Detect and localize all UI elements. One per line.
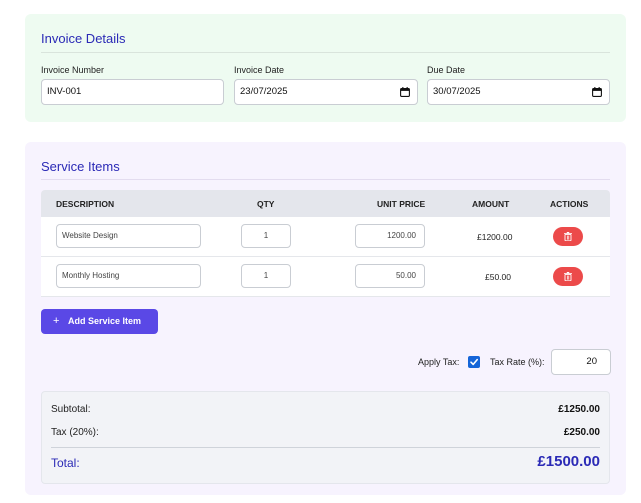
due-date-value: 30/07/2025 bbox=[433, 86, 481, 97]
section-divider bbox=[41, 52, 610, 53]
add-service-item-label: Add Service Item bbox=[68, 316, 142, 326]
amount-value: £1200.00 bbox=[477, 232, 513, 242]
invoice-number-label: Invoice Number bbox=[41, 65, 105, 75]
plus-icon: + bbox=[53, 315, 60, 327]
section-divider bbox=[41, 179, 610, 180]
total-value: £1500.00 bbox=[537, 453, 600, 470]
unit-price-input[interactable]: 1200.00 bbox=[355, 224, 425, 248]
column-header-description: DESCRIPTION bbox=[56, 199, 115, 209]
invoice-date-label: Invoice Date bbox=[234, 65, 285, 75]
delete-item-button[interactable] bbox=[553, 267, 583, 286]
description-input[interactable]: Website Design bbox=[56, 224, 201, 248]
invoice-summary: Subtotal: £1250.00 Tax (20%): £250.00 To… bbox=[41, 391, 610, 484]
invoice-editor: Invoice Details Invoice Number INV-001 I… bbox=[0, 0, 641, 503]
column-header-unit-price: UNIT PRICE bbox=[377, 199, 426, 209]
subtotal-value: £1250.00 bbox=[558, 404, 600, 415]
due-date-label: Due Date bbox=[427, 65, 466, 75]
summary-divider bbox=[51, 447, 600, 448]
invoice-date-input[interactable]: 23/07/2025 bbox=[234, 79, 418, 105]
invoice-date-value: 23/07/2025 bbox=[240, 86, 288, 97]
invoice-details-section: Invoice Details Invoice Number INV-001 I… bbox=[25, 14, 626, 122]
qty-input[interactable]: 1 bbox=[241, 264, 291, 288]
tax-label: Tax (20%): bbox=[51, 427, 99, 438]
column-header-actions: ACTIONS bbox=[550, 199, 589, 209]
tax-rate-label: Tax Rate (%): bbox=[490, 357, 545, 367]
apply-tax-label: Apply Tax: bbox=[418, 357, 460, 367]
tax-value: £250.00 bbox=[563, 427, 600, 438]
service-items-section: Service Items DESCRIPTION QTY UNIT PRICE… bbox=[25, 142, 626, 495]
delete-item-button[interactable] bbox=[553, 227, 583, 246]
service-items-title: Service Items bbox=[41, 159, 120, 174]
subtotal-label: Subtotal: bbox=[51, 404, 91, 415]
table-header: DESCRIPTION QTY UNIT PRICE AMOUNT ACTION… bbox=[41, 190, 610, 217]
tax-rate-input[interactable]: 20 bbox=[551, 349, 611, 375]
trash-icon bbox=[564, 232, 572, 241]
description-input[interactable]: Monthly Hosting bbox=[56, 264, 201, 288]
trash-icon bbox=[564, 272, 572, 281]
table-row: Website Design 1 1200.00 £1200.00 bbox=[41, 217, 610, 257]
invoice-details-title: Invoice Details bbox=[41, 31, 126, 46]
total-label: Total: bbox=[51, 456, 80, 470]
calendar-icon[interactable] bbox=[400, 87, 410, 97]
invoice-number-input[interactable]: INV-001 bbox=[41, 79, 224, 105]
table-row: Monthly Hosting 1 50.00 £50.00 bbox=[41, 257, 610, 297]
unit-price-input[interactable]: 50.00 bbox=[355, 264, 425, 288]
amount-value: £50.00 bbox=[485, 272, 511, 282]
apply-tax-checkbox[interactable] bbox=[468, 356, 480, 368]
add-service-item-button[interactable]: + Add Service Item bbox=[41, 309, 158, 334]
column-header-amount: AMOUNT bbox=[472, 199, 510, 209]
service-items-table: DESCRIPTION QTY UNIT PRICE AMOUNT ACTION… bbox=[41, 190, 610, 297]
column-header-qty: QTY bbox=[257, 199, 275, 209]
calendar-icon[interactable] bbox=[592, 87, 602, 97]
qty-input[interactable]: 1 bbox=[241, 224, 291, 248]
due-date-input[interactable]: 30/07/2025 bbox=[427, 79, 610, 105]
check-icon bbox=[470, 358, 478, 366]
